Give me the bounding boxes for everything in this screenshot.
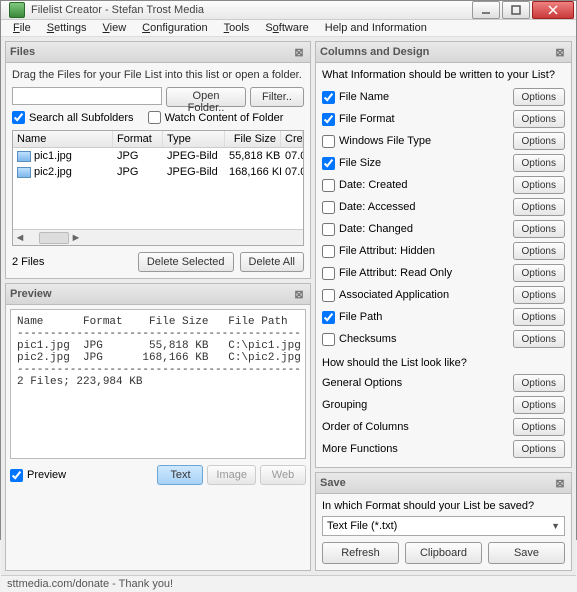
- column-options-button[interactable]: Options: [513, 308, 565, 326]
- look-options-button[interactable]: Options: [513, 396, 565, 414]
- preview-panel: Preview ⊠ Name Format File Size File Pat…: [5, 283, 311, 571]
- column-option[interactable]: Windows File Type: [322, 135, 513, 148]
- column-options-button[interactable]: Options: [513, 330, 565, 348]
- column-option[interactable]: Date: Accessed: [322, 201, 513, 214]
- look-item-label: Grouping: [322, 399, 513, 411]
- look-hint: How should the List look like?: [322, 357, 565, 369]
- clipboard-button[interactable]: Clipboard: [405, 542, 482, 564]
- column-options-button[interactable]: Options: [513, 176, 565, 194]
- column-options-button[interactable]: Options: [513, 88, 565, 106]
- minimize-button[interactable]: [472, 1, 500, 19]
- column-option[interactable]: Date: Created: [322, 179, 513, 192]
- menu-software[interactable]: Software: [257, 20, 316, 36]
- filter-button[interactable]: Filter..: [250, 87, 304, 107]
- save-format-combo[interactable]: Text File (*.txt) ▼: [322, 516, 565, 536]
- drag-hint: Drag the Files for your File List into t…: [12, 69, 304, 81]
- column-option[interactable]: File Attribut: Read Only: [322, 267, 513, 280]
- menu-settings[interactable]: Settings: [39, 20, 95, 36]
- preview-checkbox[interactable]: Preview: [10, 469, 66, 482]
- column-option[interactable]: File Attribut: Hidden: [322, 245, 513, 258]
- look-options-button[interactable]: Options: [513, 440, 565, 458]
- window-title: Filelist Creator - Stefan Trost Media: [31, 4, 204, 16]
- save-panel-close-icon[interactable]: ⊠: [553, 476, 567, 490]
- preview-image-button[interactable]: Image: [207, 465, 256, 485]
- columns-design-panel: Columns and Design ⊠ What Information sh…: [315, 41, 572, 468]
- titlebar: Filelist Creator - Stefan Trost Media: [1, 1, 576, 20]
- file-icon: [17, 167, 31, 178]
- table-row[interactable]: pic2.jpgJPGJPEG-Bild168,166 KB07.04.20: [13, 164, 303, 180]
- col-header-size[interactable]: File Size: [225, 131, 281, 147]
- column-option[interactable]: File Name: [322, 91, 513, 104]
- column-option[interactable]: Associated Application: [322, 289, 513, 302]
- menubar: File Settings View Configuration Tools S…: [1, 20, 576, 37]
- watch-content-checkbox[interactable]: Watch Content of Folder: [148, 111, 284, 124]
- look-item-label: General Options: [322, 377, 513, 389]
- preview-text: Name Format File Size File Path --------…: [10, 309, 306, 459]
- menu-view[interactable]: View: [95, 20, 135, 36]
- files-panel-close-icon[interactable]: ⊠: [292, 45, 306, 59]
- chevron-down-icon: ▼: [551, 521, 560, 531]
- horizontal-scrollbar[interactable]: ◄ ►: [13, 229, 303, 245]
- maximize-button[interactable]: [502, 1, 530, 19]
- columns-panel-close-icon[interactable]: ⊠: [553, 45, 567, 59]
- save-hint: In which Format should your List be save…: [322, 500, 565, 512]
- preview-web-button[interactable]: Web: [260, 465, 306, 485]
- files-panel: Files ⊠ Drag the Files for your File Lis…: [5, 41, 311, 279]
- column-options-button[interactable]: Options: [513, 110, 565, 128]
- column-options-button[interactable]: Options: [513, 242, 565, 260]
- delete-selected-button[interactable]: Delete Selected: [138, 252, 234, 272]
- preview-text-button[interactable]: Text: [157, 465, 203, 485]
- preview-panel-close-icon[interactable]: ⊠: [292, 287, 306, 301]
- menu-configuration[interactable]: Configuration: [134, 20, 215, 36]
- open-folder-button[interactable]: Open Folder..: [166, 87, 246, 107]
- close-button[interactable]: [532, 1, 574, 19]
- columns-hint: What Information should be written to yo…: [322, 69, 565, 81]
- column-option[interactable]: Checksums: [322, 333, 513, 346]
- look-item-label: Order of Columns: [322, 421, 513, 433]
- col-header-created[interactable]: Created: [281, 131, 303, 147]
- menu-tools[interactable]: Tools: [216, 20, 258, 36]
- menu-help[interactable]: Help and Information: [317, 20, 435, 36]
- look-options-button[interactable]: Options: [513, 374, 565, 392]
- statusbar: sttmedia.com/donate - Thank you!: [1, 575, 576, 592]
- look-options-button[interactable]: Options: [513, 418, 565, 436]
- column-options-button[interactable]: Options: [513, 154, 565, 172]
- col-header-format[interactable]: Format: [113, 131, 163, 147]
- file-count: 2 Files: [12, 256, 44, 268]
- preview-panel-title: Preview: [10, 288, 52, 300]
- look-item-label: More Functions: [322, 443, 513, 455]
- column-options-button[interactable]: Options: [513, 264, 565, 282]
- column-option[interactable]: Date: Changed: [322, 223, 513, 236]
- column-option[interactable]: File Format: [322, 113, 513, 126]
- column-options-button[interactable]: Options: [513, 220, 565, 238]
- column-options-button[interactable]: Options: [513, 132, 565, 150]
- column-option[interactable]: File Size: [322, 157, 513, 170]
- files-panel-title: Files: [10, 46, 35, 58]
- folder-path-input[interactable]: [12, 87, 162, 105]
- col-header-type[interactable]: Type: [163, 131, 225, 147]
- save-panel: Save ⊠ In which Format should your List …: [315, 472, 572, 571]
- save-panel-title: Save: [320, 477, 346, 489]
- refresh-button[interactable]: Refresh: [322, 542, 399, 564]
- file-icon: [17, 151, 31, 162]
- app-icon: [9, 2, 25, 18]
- files-table: Name Format Type File Size Created pic1.…: [12, 130, 304, 246]
- table-row[interactable]: pic1.jpgJPGJPEG-Bild55,818 KB07.04.20: [13, 148, 303, 164]
- column-option[interactable]: File Path: [322, 311, 513, 324]
- column-options-button[interactable]: Options: [513, 198, 565, 216]
- menu-file[interactable]: File: [5, 20, 39, 36]
- search-subfolders-checkbox[interactable]: Search all Subfolders: [12, 111, 134, 124]
- delete-all-button[interactable]: Delete All: [240, 252, 304, 272]
- save-button[interactable]: Save: [488, 542, 565, 564]
- columns-panel-title: Columns and Design: [320, 46, 429, 58]
- column-options-button[interactable]: Options: [513, 286, 565, 304]
- col-header-name[interactable]: Name: [13, 131, 113, 147]
